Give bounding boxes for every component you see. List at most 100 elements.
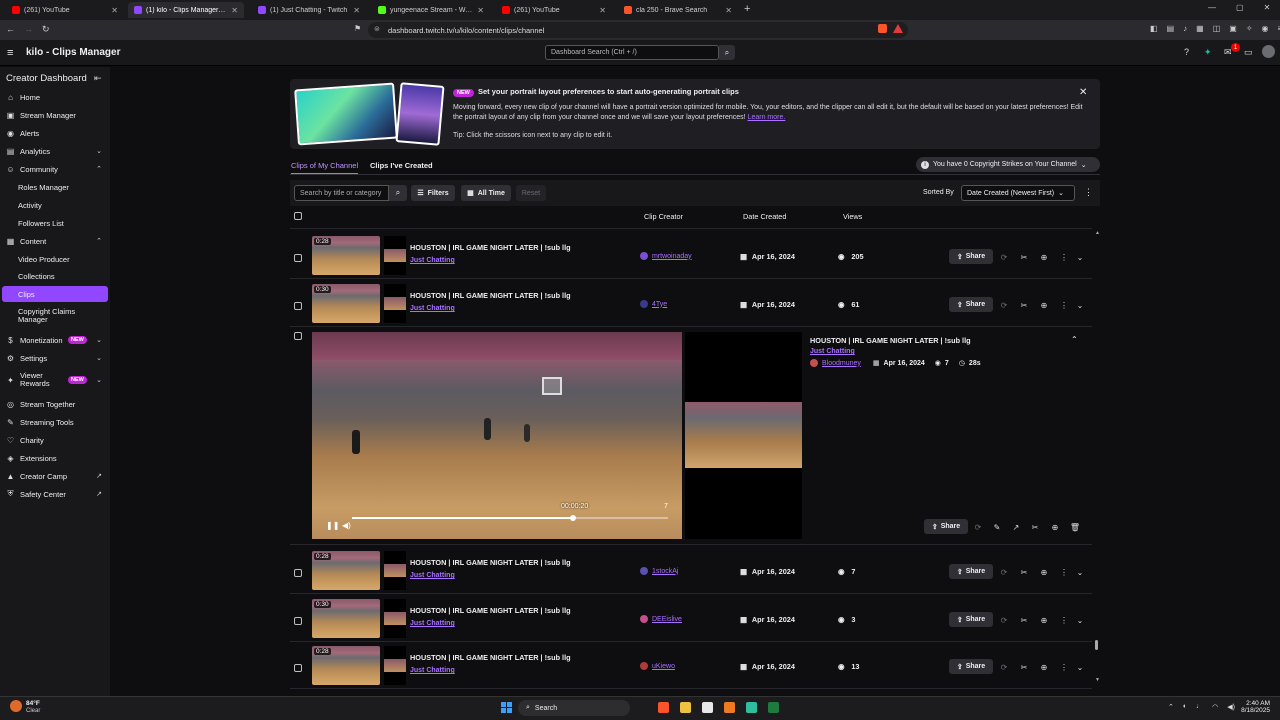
sidebar-item-community[interactable]: ☺ Community ⌃ (2, 161, 108, 177)
clip-portrait-thumbnail[interactable] (384, 236, 406, 275)
close-tab-icon[interactable]: ✕ (111, 6, 118, 15)
extension-icon[interactable]: ▦ (1196, 24, 1204, 33)
video-progress-handle[interactable] (570, 515, 577, 521)
sidebar-item-video-producer[interactable]: Video Producer (2, 251, 108, 267)
clip-category-link[interactable]: Just Chatting (410, 257, 455, 264)
tab-clips-of-my-channel[interactable]: Clips of My Channel (291, 161, 359, 175)
clip-portrait-thumbnail[interactable] (384, 646, 406, 685)
sidebar-item-stream-manager[interactable]: ▣ Stream Manager (2, 107, 108, 123)
sidebar-item-followers-list[interactable]: Followers List (2, 215, 108, 231)
scissors-icon[interactable]: ✂ (1019, 662, 1029, 672)
clip-portrait-thumbnail[interactable] (384, 551, 406, 590)
dashboard-search-button[interactable]: ⌕ (719, 45, 735, 60)
bookmark-icon[interactable]: ⚑ (354, 24, 361, 33)
browser-tab[interactable]: (1) Just Chatting - Twitch ✕ (252, 2, 366, 18)
portrait-icon[interactable]: ⟳ (999, 252, 1009, 262)
clip-creator[interactable]: uKiewo (640, 662, 675, 670)
dashboard-search-input[interactable]: Dashboard Search (Ctrl + /) (545, 45, 719, 60)
clip-category-link[interactable]: Just Chatting (410, 667, 455, 674)
extension-icon[interactable]: ♪ (1183, 24, 1187, 33)
sidebar-item-safety-center[interactable]: ⛨ Safety Center ↗ (2, 486, 108, 502)
filters-button[interactable]: ☰ Filters (411, 185, 455, 201)
tray-app-icon[interactable]: ◐ (1183, 703, 1187, 711)
clip-creator[interactable]: DEEislive (640, 615, 682, 623)
add-icon[interactable]: ⊕ (1039, 252, 1049, 262)
portrait-icon[interactable]: ⟳ (999, 300, 1009, 310)
select-all-checkbox[interactable] (294, 212, 302, 220)
sidebar-item-charity[interactable]: ♡ Charity (2, 432, 108, 448)
url-bar[interactable]: ⊜ dashboard.twitch.tv/u/kilo/content/cli… (368, 22, 908, 38)
row-checkbox[interactable] (294, 664, 302, 672)
store-icon[interactable] (702, 702, 713, 713)
prime-icon[interactable]: ✦ (1204, 47, 1212, 58)
browser-tab[interactable]: cla 250 - Brave Search ✕ (618, 2, 738, 18)
clip-creator[interactable]: mrtwoinaday (640, 252, 692, 260)
row-checkbox[interactable] (294, 617, 302, 625)
delete-icon[interactable]: 🗑 (1070, 522, 1080, 532)
taskbar-search[interactable]: ⌕ Search (518, 700, 630, 716)
row-checkbox[interactable] (294, 302, 302, 310)
clip-creator[interactable]: 1stockAj (640, 567, 678, 575)
scissors-icon[interactable]: ✂ (1019, 252, 1029, 262)
sidebar-item-viewer-rewards[interactable]: ✦ Viewer Rewards NEW ⌄ (2, 368, 108, 392)
clip-video-player[interactable]: 00:00:20 7 ❚❚ ◀) (312, 332, 682, 539)
sidebar-item-content[interactable]: ▦ Content ⌃ (2, 233, 108, 249)
scissors-icon[interactable]: ✂ (1019, 615, 1029, 625)
close-tab-icon[interactable]: ✕ (477, 6, 484, 15)
avatar[interactable] (1262, 45, 1275, 58)
sidebar-item-stream-together[interactable]: ◎ Stream Together (2, 396, 108, 412)
scroll-up-icon[interactable]: ▲ (1095, 230, 1100, 236)
extension-icon[interactable]: ▤ (1167, 24, 1175, 33)
clip-thumbnail[interactable]: 0:30 (312, 284, 380, 323)
weather-icon[interactable] (10, 700, 22, 712)
brave-shields-icon[interactable] (878, 24, 887, 33)
expand-row-icon[interactable]: ⌄ (1075, 567, 1085, 577)
expanded-clip-creator[interactable]: Bloodmuney (822, 360, 861, 367)
maximize-icon[interactable]: ▢ (1236, 3, 1244, 12)
file-explorer-icon[interactable] (680, 702, 691, 713)
clip-creator-name[interactable]: 4Tye (652, 301, 667, 308)
vertical-scrollbar[interactable]: ▲ ▼ (1094, 230, 1100, 685)
expand-row-icon[interactable]: ⌄ (1075, 662, 1085, 672)
reload-icon[interactable]: ↻ (42, 24, 50, 35)
browser-tab[interactable]: (261) YouTube ✕ (6, 2, 124, 18)
extensions-puzzle-icon[interactable]: ✧ (1246, 24, 1253, 33)
portrait-icon[interactable]: ⟳ (999, 615, 1009, 625)
share-button[interactable]: ⇪ Share (949, 297, 993, 312)
collapse-row-icon[interactable]: ⌃ (1071, 335, 1078, 344)
clip-creator-name[interactable]: DEEislive (652, 616, 682, 623)
sort-select[interactable]: Date Created (Newest First) ⌄ (961, 185, 1075, 201)
sidebar-item-alerts[interactable]: ◉ Alerts (2, 125, 108, 141)
browser-tab[interactable]: (261) YouTube ✕ (496, 2, 612, 18)
back-icon[interactable]: ← (6, 24, 15, 35)
close-banner-icon[interactable]: ✕ (1079, 87, 1087, 98)
network-icon[interactable]: ◠ (1212, 703, 1218, 711)
sidebar-item-activity[interactable]: Activity (2, 197, 108, 213)
scroll-down-icon[interactable]: ▼ (1095, 677, 1100, 683)
portrait-icon[interactable]: ⟳ (999, 662, 1009, 672)
whispers-icon[interactable]: ▭ (1244, 47, 1253, 58)
window-controls[interactable]: — ▢ ✕ (1208, 3, 1270, 12)
tray-chevron-icon[interactable]: ⌃ (1168, 703, 1174, 711)
add-icon[interactable]: ⊕ (1039, 300, 1049, 310)
extension-icon[interactable]: ◧ (1150, 24, 1158, 33)
sidebar-item-collections[interactable]: Collections (2, 268, 108, 284)
sidebar-item-clips[interactable]: Clips (2, 286, 108, 302)
clip-category-link[interactable]: Just Chatting (410, 572, 455, 579)
forward-icon[interactable]: → (24, 24, 33, 35)
windows-start-icon[interactable] (501, 702, 512, 713)
add-icon[interactable]: ⊕ (1039, 662, 1049, 672)
copyright-strikes-dropdown[interactable]: i You have 0 Copyright Strikes on Your C… (916, 157, 1100, 172)
row-checkbox[interactable] (294, 254, 302, 262)
clip-search-input[interactable]: Search by title or category (294, 185, 389, 201)
sidebar-item-copyright-claims-manager[interactable]: Copyright Claims Manager (2, 304, 108, 328)
new-tab-button[interactable]: + (744, 3, 750, 15)
clip-creator[interactable]: 4Tye (640, 300, 667, 308)
sidebar-toggle-icon[interactable]: ◫ (1213, 24, 1221, 33)
sidebar-item-roles-manager[interactable]: Roles Manager (2, 179, 108, 195)
pause-icon[interactable]: ❚❚ (326, 521, 339, 530)
minimize-icon[interactable]: — (1208, 3, 1216, 12)
app-icon[interactable] (724, 702, 735, 713)
clock[interactable]: 2:40 AM 8/18/2025 (1240, 700, 1270, 714)
row-checkbox[interactable] (294, 332, 302, 340)
